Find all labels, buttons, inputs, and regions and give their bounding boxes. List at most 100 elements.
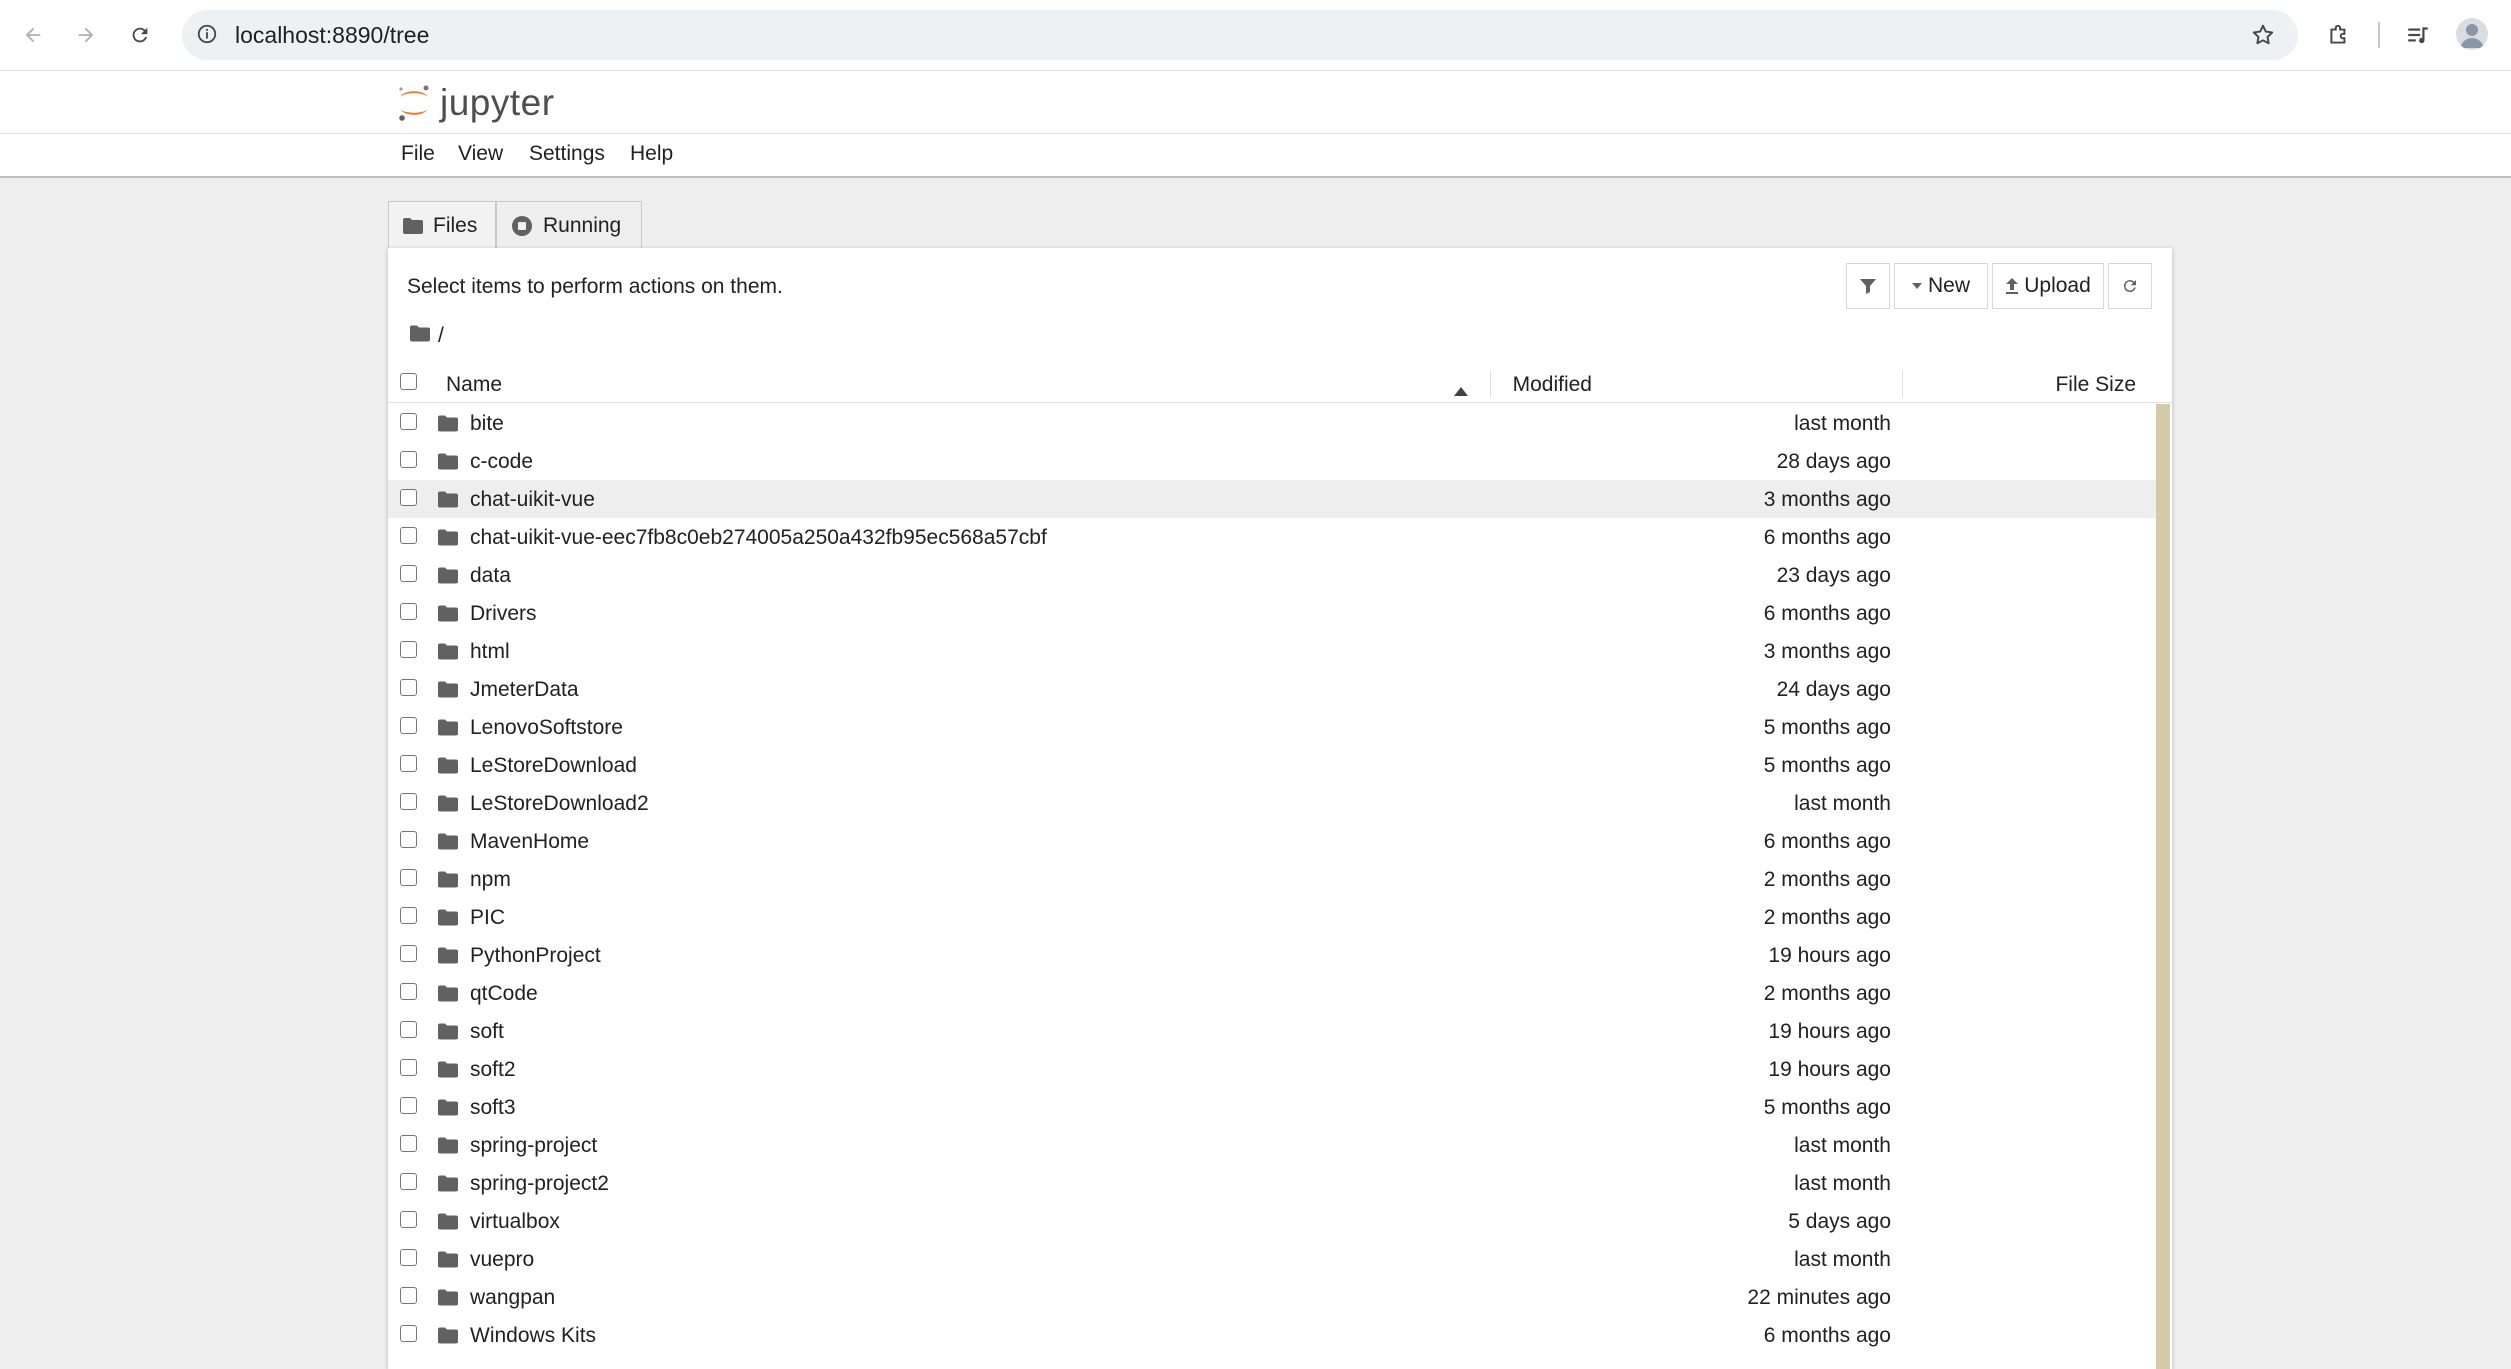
item-name[interactable]: soft2 <box>470 1058 516 1082</box>
item-name[interactable]: PIC <box>470 906 505 930</box>
list-item[interactable]: spring-project last month <box>388 1126 2156 1164</box>
upload-button[interactable]: Upload <box>1992 263 2104 309</box>
list-item[interactable]: soft2 19 hours ago <box>388 1050 2156 1088</box>
item-name[interactable]: soft3 <box>470 1096 516 1120</box>
row-checkbox[interactable] <box>400 1211 417 1228</box>
list-item[interactable]: MavenHome 6 months ago <box>388 822 2156 860</box>
bookmark-star-icon[interactable] <box>2250 22 2276 53</box>
select-all-checkbox[interactable] <box>400 373 417 390</box>
reload-button[interactable] <box>122 17 158 53</box>
item-name[interactable]: npm <box>470 868 511 892</box>
list-item[interactable]: chat-uikit-vue 3 months ago <box>388 480 2156 518</box>
item-name[interactable]: spring-project <box>470 1134 597 1158</box>
row-checkbox[interactable] <box>400 413 417 430</box>
item-name[interactable]: LeStoreDownload2 <box>470 792 649 816</box>
list-item[interactable]: c-code 28 days ago <box>388 442 2156 480</box>
row-checkbox[interactable] <box>400 869 417 886</box>
item-name[interactable]: vuepro <box>470 1248 534 1272</box>
item-name[interactable]: wangpan <box>470 1286 555 1310</box>
item-name[interactable]: spring-project2 <box>470 1172 609 1196</box>
modified-column-header[interactable]: Modified <box>1513 373 1592 397</box>
jupyter-logo[interactable]: jupyter <box>396 81 555 125</box>
breadcrumb-root[interactable]: / <box>438 324 444 348</box>
row-checkbox[interactable] <box>400 641 417 658</box>
item-name[interactable]: html <box>470 640 510 664</box>
row-checkbox[interactable] <box>400 1325 417 1342</box>
list-item[interactable]: soft 19 hours ago <box>388 1012 2156 1050</box>
item-name[interactable]: chat-uikit-vue <box>470 488 595 512</box>
item-name[interactable]: LeStoreDownload <box>470 754 637 778</box>
row-checkbox[interactable] <box>400 1249 417 1266</box>
list-item[interactable]: vuepro last month <box>388 1240 2156 1278</box>
row-checkbox[interactable] <box>400 945 417 962</box>
media-control-button[interactable] <box>2400 17 2436 53</box>
name-column-header[interactable]: Name <box>446 373 502 397</box>
row-checkbox[interactable] <box>400 1173 417 1190</box>
list-item[interactable]: wangpan 22 minutes ago <box>388 1278 2156 1316</box>
extensions-button[interactable] <box>2321 17 2357 53</box>
list-item[interactable]: JmeterData 24 days ago <box>388 670 2156 708</box>
row-checkbox[interactable] <box>400 983 417 1000</box>
list-item[interactable]: LeStoreDownload 5 months ago <box>388 746 2156 784</box>
item-name[interactable]: c-code <box>470 450 533 474</box>
item-name[interactable]: LenovoSoftstore <box>470 716 623 740</box>
row-checkbox[interactable] <box>400 603 417 620</box>
list-item[interactable]: qtCode 2 months ago <box>388 974 2156 1012</box>
item-name[interactable]: PythonProject <box>470 944 601 968</box>
refresh-button[interactable] <box>2108 263 2152 309</box>
row-checkbox[interactable] <box>400 1097 417 1114</box>
list-item[interactable]: chat-uikit-vue-eec7fb8c0eb274005a250a432… <box>388 518 2156 556</box>
site-info-icon[interactable] <box>196 23 218 50</box>
menu-settings[interactable]: Settings <box>529 142 605 166</box>
item-name[interactable]: qtCode <box>470 982 538 1006</box>
row-checkbox[interactable] <box>400 451 417 468</box>
row-checkbox[interactable] <box>400 755 417 772</box>
list-item[interactable]: LeStoreDownload2 last month <box>388 784 2156 822</box>
row-checkbox[interactable] <box>400 717 417 734</box>
item-name[interactable]: Windows Kits <box>470 1324 596 1348</box>
tab-files[interactable]: Files <box>388 201 496 250</box>
list-item[interactable]: PythonProject 19 hours ago <box>388 936 2156 974</box>
row-checkbox[interactable] <box>400 679 417 696</box>
list-item[interactable]: spring-project2 last month <box>388 1164 2156 1202</box>
row-checkbox[interactable] <box>400 1059 417 1076</box>
item-name[interactable]: bite <box>470 412 504 436</box>
scrollbar[interactable] <box>2156 404 2170 1369</box>
item-name[interactable]: virtualbox <box>470 1210 560 1234</box>
list-item[interactable]: LenovoSoftstore 5 months ago <box>388 708 2156 746</box>
home-folder-icon[interactable] <box>410 324 430 348</box>
sort-ascending-icon[interactable] <box>1454 378 1468 402</box>
row-checkbox[interactable] <box>400 527 417 544</box>
list-item[interactable]: data 23 days ago <box>388 556 2156 594</box>
forward-button[interactable] <box>68 17 104 53</box>
menu-file[interactable]: File <box>401 142 435 166</box>
address-bar[interactable]: localhost:8890/tree <box>182 10 2298 60</box>
item-name[interactable]: Drivers <box>470 602 537 626</box>
item-name[interactable]: chat-uikit-vue-eec7fb8c0eb274005a250a432… <box>470 526 1047 550</box>
profile-avatar[interactable] <box>2456 18 2488 50</box>
item-name[interactable]: soft <box>470 1020 504 1044</box>
row-checkbox[interactable] <box>400 831 417 848</box>
list-item[interactable]: html 3 months ago <box>388 632 2156 670</box>
item-name[interactable]: JmeterData <box>470 678 579 702</box>
row-checkbox[interactable] <box>400 793 417 810</box>
list-item[interactable]: npm 2 months ago <box>388 860 2156 898</box>
tab-running[interactable]: Running <box>496 201 642 250</box>
item-name[interactable]: data <box>470 564 511 588</box>
file-size-column-header[interactable]: File Size <box>2055 373 2136 397</box>
row-checkbox[interactable] <box>400 907 417 924</box>
item-name[interactable]: MavenHome <box>470 830 589 854</box>
filter-button[interactable] <box>1846 263 1890 309</box>
back-button[interactable] <box>15 17 51 53</box>
row-checkbox[interactable] <box>400 1135 417 1152</box>
list-item[interactable]: Windows Kits 6 months ago <box>388 1316 2156 1354</box>
row-checkbox[interactable] <box>400 565 417 582</box>
list-item[interactable]: PIC 2 months ago <box>388 898 2156 936</box>
row-checkbox[interactable] <box>400 1287 417 1304</box>
new-button[interactable]: New <box>1894 263 1988 309</box>
list-item[interactable]: soft3 5 months ago <box>388 1088 2156 1126</box>
menu-help[interactable]: Help <box>630 142 673 166</box>
row-checkbox[interactable] <box>400 1021 417 1038</box>
list-item[interactable]: virtualbox 5 days ago <box>388 1202 2156 1240</box>
row-checkbox[interactable] <box>400 489 417 506</box>
